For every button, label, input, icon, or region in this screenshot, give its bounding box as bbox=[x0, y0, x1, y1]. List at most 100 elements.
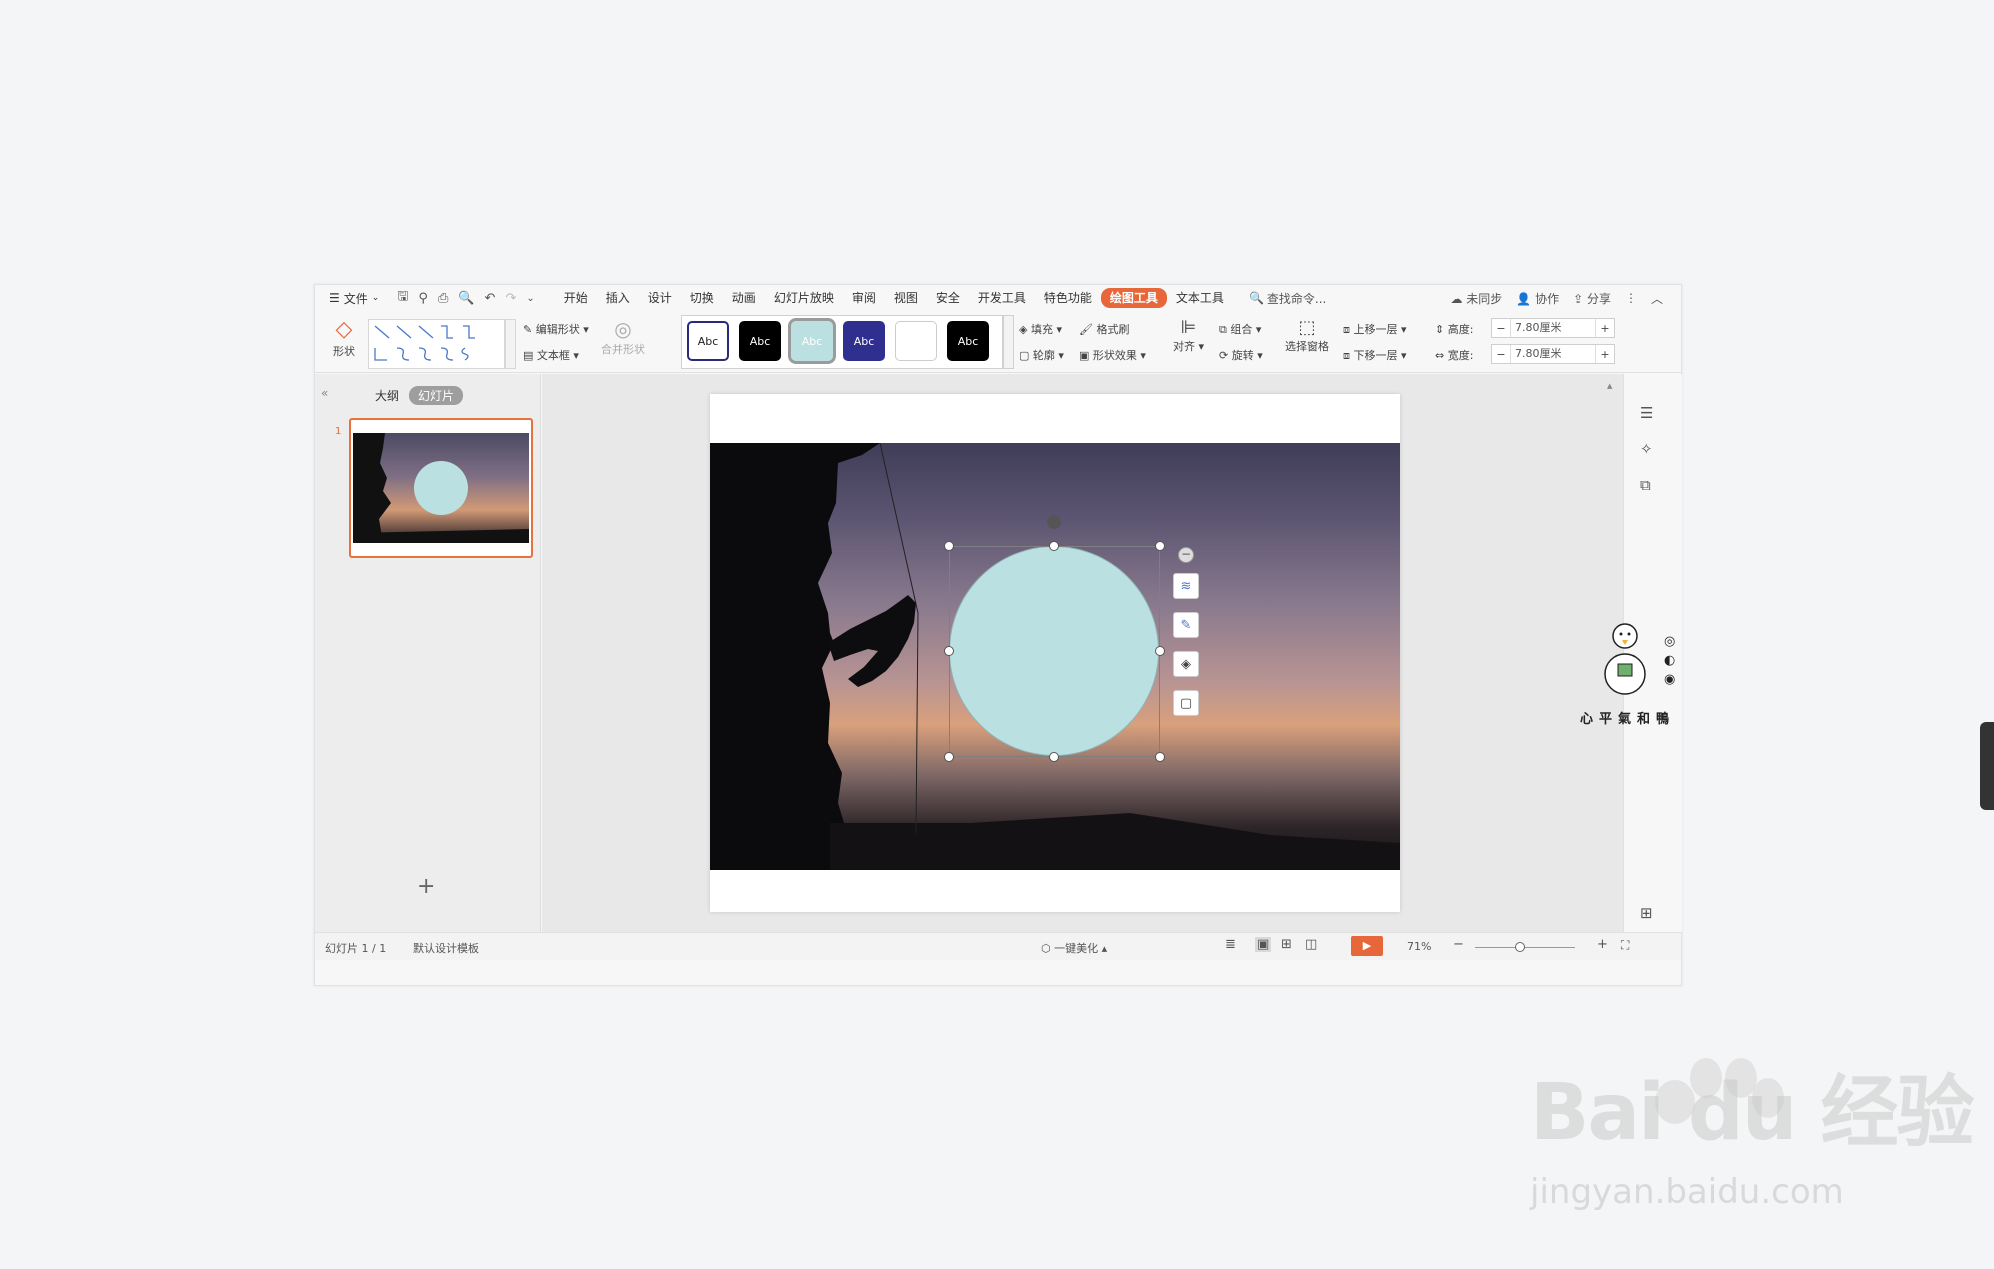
bring-forward-button[interactable]: ⧈ 上移一层 ▾ bbox=[1343, 321, 1407, 337]
style-chip-2[interactable]: Abc bbox=[739, 321, 781, 361]
copy-icon[interactable]: ⧉ bbox=[1640, 476, 1651, 494]
pen-float-button[interactable]: ✎ bbox=[1173, 612, 1199, 638]
template-name[interactable]: 默认设计模板 bbox=[413, 940, 479, 956]
outline-button[interactable]: ▢ 轮廓 ▾ bbox=[1019, 347, 1064, 363]
resize-handle-s[interactable] bbox=[1049, 752, 1059, 762]
beautify-button[interactable]: ⬡ 一键美化 ▴ bbox=[1041, 940, 1107, 956]
share-button[interactable]: ⇪ 分享 bbox=[1573, 290, 1611, 307]
shape-button[interactable]: ◇ 形状 bbox=[327, 317, 361, 359]
width-input[interactable]: 7.80厘米 bbox=[1510, 345, 1596, 363]
layers-float-button[interactable]: ≋ bbox=[1173, 573, 1199, 599]
tab-insert[interactable]: 插入 bbox=[597, 288, 639, 308]
width-increase-button[interactable]: + bbox=[1596, 348, 1614, 361]
tab-slideshow[interactable]: 幻灯片放映 bbox=[765, 288, 843, 308]
sync-button[interactable]: ☁ 未同步 bbox=[1450, 290, 1502, 307]
reading-view-icon[interactable]: ◫ bbox=[1305, 937, 1317, 952]
collab-button[interactable]: 👤 协作 bbox=[1516, 290, 1559, 307]
shape-gallery-scroll[interactable] bbox=[505, 319, 516, 369]
style-chip-1[interactable]: Abc bbox=[687, 321, 729, 361]
resize-handle-se[interactable] bbox=[1155, 752, 1165, 762]
zoom-out-icon[interactable]: − bbox=[1453, 937, 1464, 952]
collapse-pane-icon[interactable]: « bbox=[321, 386, 328, 400]
group-button[interactable]: ⧉ 组合 ▾ bbox=[1219, 321, 1261, 337]
fit-window-icon[interactable]: ⛶ bbox=[1621, 938, 1629, 953]
add-slide-button[interactable]: + bbox=[417, 874, 435, 899]
tab-review[interactable]: 审阅 bbox=[843, 288, 885, 308]
resize-handle-sw[interactable] bbox=[944, 752, 954, 762]
textbox-button[interactable]: ▤ 文本框 ▾ bbox=[523, 347, 579, 363]
height-input[interactable]: 7.80厘米 bbox=[1510, 319, 1596, 337]
slide[interactable]: − ≋ ✎ ◈ ▢ bbox=[710, 394, 1400, 912]
rotate-button[interactable]: ⟳ 旋转 ▾ bbox=[1219, 347, 1263, 363]
resize-handle-nw[interactable] bbox=[944, 541, 954, 551]
more-icon[interactable]: ⋮ bbox=[1625, 291, 1637, 305]
resize-handle-ne[interactable] bbox=[1155, 541, 1165, 551]
climber-photo[interactable]: − bbox=[710, 443, 1400, 870]
redo-icon[interactable]: ↷ bbox=[505, 291, 516, 306]
notes-view-icon[interactable]: ≣ bbox=[1225, 937, 1236, 952]
undo-icon[interactable]: ↶ bbox=[485, 291, 496, 306]
style-chip-3[interactable]: Abc bbox=[788, 318, 836, 364]
customize-chevron-icon[interactable]: ⌄ bbox=[526, 293, 534, 304]
tab-slides[interactable]: 幻灯片 bbox=[409, 386, 464, 405]
sorter-view-icon[interactable]: ⊞ bbox=[1281, 937, 1292, 952]
height-stepper[interactable]: − 7.80厘米 + bbox=[1491, 318, 1615, 338]
presentation-app-window: ☰ 文件 ⌄ 🖫 ⚲ ⎙ 🔍 ↶ ↷ ⌄ 开始 插入 设计 切换 动画 幻灯片放… bbox=[314, 284, 1682, 986]
tab-home[interactable]: 开始 bbox=[555, 288, 597, 308]
zoom-in-icon[interactable]: + bbox=[1597, 937, 1608, 952]
format-brush-button[interactable]: 🖌 格式刷 bbox=[1079, 321, 1129, 337]
tab-features[interactable]: 特色功能 bbox=[1035, 288, 1101, 308]
command-search[interactable]: 🔍 查找命令... bbox=[1249, 290, 1326, 307]
resize-handle-w[interactable] bbox=[944, 646, 954, 656]
tab-animation[interactable]: 动画 bbox=[723, 288, 765, 308]
tab-outline[interactable]: 大纲 bbox=[375, 387, 399, 404]
scroll-up-icon[interactable]: ▲ bbox=[1607, 382, 1615, 390]
zoom-level[interactable]: 71% bbox=[1407, 940, 1431, 953]
width-stepper[interactable]: − 7.80厘米 + bbox=[1491, 344, 1615, 364]
properties-icon[interactable]: ☰ bbox=[1640, 404, 1653, 422]
fill-button[interactable]: ◈ 填充 ▾ bbox=[1019, 321, 1062, 337]
selection-pane-label: 选择窗格 bbox=[1285, 340, 1329, 353]
style-chip-4[interactable]: Abc bbox=[843, 321, 885, 361]
selection-pane-button[interactable]: ⬚ 选择窗格 bbox=[1285, 317, 1329, 354]
print-preview-icon[interactable]: 🔍 bbox=[458, 291, 474, 306]
align-button[interactable]: ⊫ 对齐 ▾ bbox=[1173, 317, 1204, 354]
tab-text-tools[interactable]: 文本工具 bbox=[1167, 288, 1233, 308]
height-increase-button[interactable]: + bbox=[1596, 322, 1614, 335]
merge-shape-button[interactable]: ◎ 合并形状 bbox=[601, 317, 645, 357]
zoom-slider-thumb[interactable] bbox=[1515, 942, 1525, 952]
style-gallery-scroll[interactable] bbox=[1003, 315, 1014, 369]
tab-developer[interactable]: 开发工具 bbox=[969, 288, 1035, 308]
tab-design[interactable]: 设计 bbox=[639, 288, 681, 308]
collapse-float-icon[interactable]: − bbox=[1178, 547, 1194, 563]
tab-drawing-tools[interactable]: 绘图工具 bbox=[1100, 288, 1167, 308]
print-icon[interactable]: ⎙ bbox=[438, 291, 448, 306]
pin-icon[interactable]: ✧ bbox=[1640, 440, 1653, 458]
play-slideshow-button[interactable]: ▶ bbox=[1351, 936, 1383, 956]
apps-grid-icon[interactable]: ⊞ bbox=[1640, 904, 1653, 922]
fill-float-button[interactable]: ◈ bbox=[1173, 651, 1199, 677]
normal-view-icon[interactable]: ▣ bbox=[1255, 937, 1272, 952]
slide-thumbnail[interactable] bbox=[349, 418, 533, 558]
height-decrease-button[interactable]: − bbox=[1492, 322, 1510, 335]
style-chip-5[interactable] bbox=[895, 321, 937, 361]
tab-security[interactable]: 安全 bbox=[927, 288, 969, 308]
shape-effect-button[interactable]: ▣ 形状效果 ▾ bbox=[1079, 347, 1146, 363]
tab-transition[interactable]: 切换 bbox=[681, 288, 723, 308]
collapse-ribbon-icon[interactable]: ︿ bbox=[1651, 290, 1663, 307]
frame-float-button[interactable]: ▢ bbox=[1173, 690, 1199, 716]
format-painter-icon[interactable]: ⚲ bbox=[418, 291, 428, 306]
send-backward-button[interactable]: ⧈ 下移一层 ▾ bbox=[1343, 347, 1407, 363]
edit-shape-button[interactable]: ✎ 编辑形状 ▾ bbox=[523, 321, 589, 337]
file-menu[interactable]: ☰ 文件 ⌄ bbox=[329, 290, 379, 307]
line-shape-gallery[interactable] bbox=[368, 319, 505, 369]
resize-handle-n[interactable] bbox=[1049, 541, 1059, 551]
width-decrease-button[interactable]: − bbox=[1492, 348, 1510, 361]
zoom-slider[interactable] bbox=[1475, 947, 1575, 948]
edge-widget[interactable] bbox=[1980, 722, 1994, 810]
tab-view[interactable]: 视图 bbox=[885, 288, 927, 308]
style-chip-6[interactable]: Abc bbox=[947, 321, 989, 361]
save-icon[interactable]: 🖫 bbox=[397, 287, 408, 309]
resize-handle-e[interactable] bbox=[1155, 646, 1165, 656]
rotate-handle-icon[interactable] bbox=[1047, 515, 1061, 529]
